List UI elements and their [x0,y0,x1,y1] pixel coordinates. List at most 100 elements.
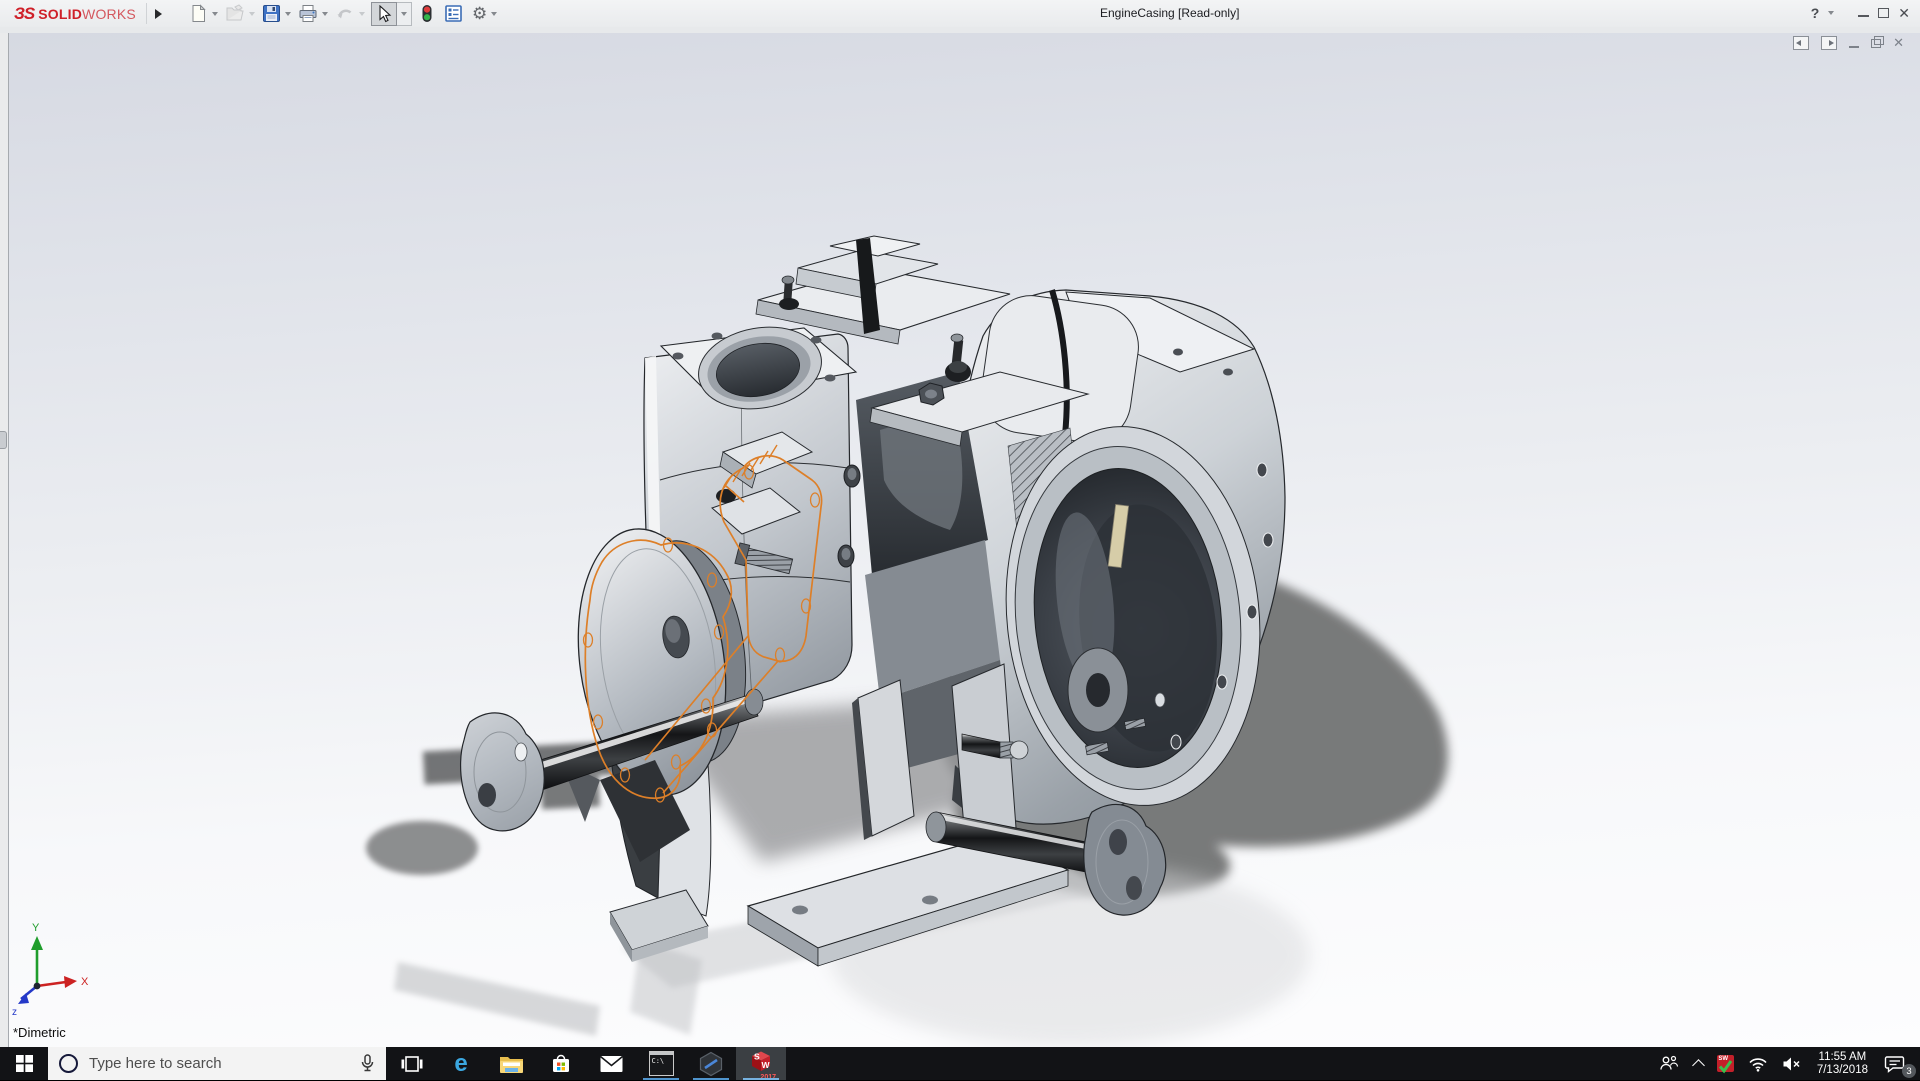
svg-text:S: S [754,1052,760,1062]
taskbar-app-mail[interactable] [586,1047,636,1080]
select-cursor-icon [379,4,392,22]
notification-badge: 3 [1902,1064,1916,1078]
triad-z-label: z [12,1007,17,1018]
desktop: ЗS SOLID WORKS ⚙ EngineCasing [Read-only… [0,0,1920,1081]
taskbar-app-hexagon[interactable] [686,1047,736,1080]
new-dropdown-caret[interactable] [211,11,218,16]
doc-minimize-button[interactable] [1849,45,1860,48]
search-input[interactable] [87,1054,351,1073]
solidworks-app-icon: S W [752,1051,771,1071]
new-document-icon [192,4,206,22]
help-dropdown-caret[interactable] [1828,11,1835,15]
quick-access-toolbar: ⚙ [188,1,503,26]
windows-logo-icon [15,1055,33,1072]
command-prompt-icon: C:\ [648,1051,674,1076]
svg-text:W: W [762,1060,771,1070]
save-dropdown-caret[interactable] [284,11,291,16]
print-icon [299,5,317,22]
network-button[interactable] [1741,1047,1775,1080]
model-engine-casing[interactable] [0,33,1920,1047]
show-hidden-icons-button[interactable] [1687,1047,1710,1080]
triad-y-label: Y [32,922,40,934]
select-dropdown[interactable] [396,1,412,26]
orientation-triad: Y X z [12,922,89,1018]
minimize-button[interactable] [1858,15,1870,17]
open-dropdown-caret [248,11,255,16]
open-icon [226,4,244,21]
panel-splitter-handle[interactable] [0,431,7,449]
doc-restore-button[interactable] [1871,35,1885,48]
graphics-area[interactable]: ✕ Y X z *Dimetric [0,33,1920,1047]
pane-left-icon[interactable] [1793,36,1810,50]
chevron-up-icon [1691,1058,1705,1072]
save-icon [262,5,280,22]
edge-icon: e [454,1049,468,1077]
file-properties-icon [445,5,462,22]
window-controls: ? ✕ [1811,0,1910,26]
undo-icon [337,9,352,19]
taskbar-app-file-explorer[interactable] [486,1047,536,1080]
document-window-controls: ✕ [1793,35,1904,50]
clock-date: 7/13/2018 [1816,1063,1868,1076]
undo-dropdown-caret [358,11,365,16]
ds-logo-icon: ЗS [14,3,35,23]
select-tool-button[interactable] [370,1,397,26]
task-view-button[interactable] [386,1047,436,1080]
file-explorer-icon [499,1057,523,1073]
triad-x-label: X [81,976,89,988]
divider [145,3,147,24]
taskbar: e C: [0,1047,1920,1081]
restore-button[interactable] [1878,5,1893,18]
options-button[interactable]: ⚙ [471,3,488,25]
traffic-light-icon [422,5,432,22]
new-document-button[interactable] [188,3,209,24]
menu-flyout-arrow-icon[interactable] [154,8,162,19]
volume-button[interactable] [1775,1047,1808,1080]
mail-icon [599,1055,623,1072]
file-properties-button[interactable] [443,3,464,24]
hexagon-app-icon [699,1051,723,1076]
taskbar-app-store[interactable] [536,1047,586,1080]
start-button[interactable] [0,1047,48,1080]
close-button[interactable]: ✕ [1898,6,1910,20]
taskbar-app-solidworks[interactable]: S W 2017 [736,1047,786,1081]
gear-icon: ⚙ [471,3,488,23]
people-icon [1660,1055,1678,1070]
select-dropdown-caret [400,11,407,16]
rebuild-traffic-light-button[interactable] [420,3,434,24]
volume-muted-icon [1783,1057,1800,1070]
solidworks-tray-icon: SW [1716,1055,1734,1074]
print-button[interactable] [297,3,319,24]
microphone-icon[interactable] [360,1054,375,1073]
taskbar-app-edge[interactable]: e [436,1047,486,1080]
feature-panel-edge [0,33,9,1047]
print-dropdown-caret[interactable] [321,11,328,16]
document-title: EngineCasing [Read-only] [1100,6,1240,20]
system-tray: SW 11:55 AM 7/13/2018 3 [1651,1047,1920,1080]
options-dropdown-caret[interactable] [491,11,498,16]
save-button[interactable] [261,3,282,24]
undo-button [334,3,356,24]
brand-works: WORKS [82,5,136,22]
store-icon [553,1054,569,1072]
taskbar-clock[interactable]: 11:55 AM 7/13/2018 [1808,1051,1877,1077]
solidworks-logo: ЗS SOLID WORKS [0,4,136,24]
taskbar-app-command-prompt[interactable]: C:\ [636,1047,686,1080]
view-orientation-label: *Dimetric [13,1025,66,1040]
doc-close-button[interactable]: ✕ [1893,36,1904,49]
taskbar-search[interactable] [48,1047,386,1080]
open-button[interactable] [224,3,246,24]
action-center-button[interactable]: 3 [1877,1047,1920,1080]
solidworks-tray-button[interactable]: SW [1710,1047,1741,1080]
wifi-icon [1749,1057,1767,1072]
people-button[interactable] [1651,1047,1687,1080]
left-rod-flange [459,712,545,832]
clock-time: 11:55 AM [1818,1050,1867,1063]
check-icon [1718,1060,1733,1074]
cortana-icon [59,1054,78,1073]
pane-right-icon[interactable] [1821,36,1838,50]
help-button[interactable]: ? [1811,5,1820,21]
titlebar: ЗS SOLID WORKS ⚙ EngineCasing [Read-only… [0,0,1920,28]
task-view-icon [401,1056,422,1072]
brand-solid: SOLID [38,5,83,22]
